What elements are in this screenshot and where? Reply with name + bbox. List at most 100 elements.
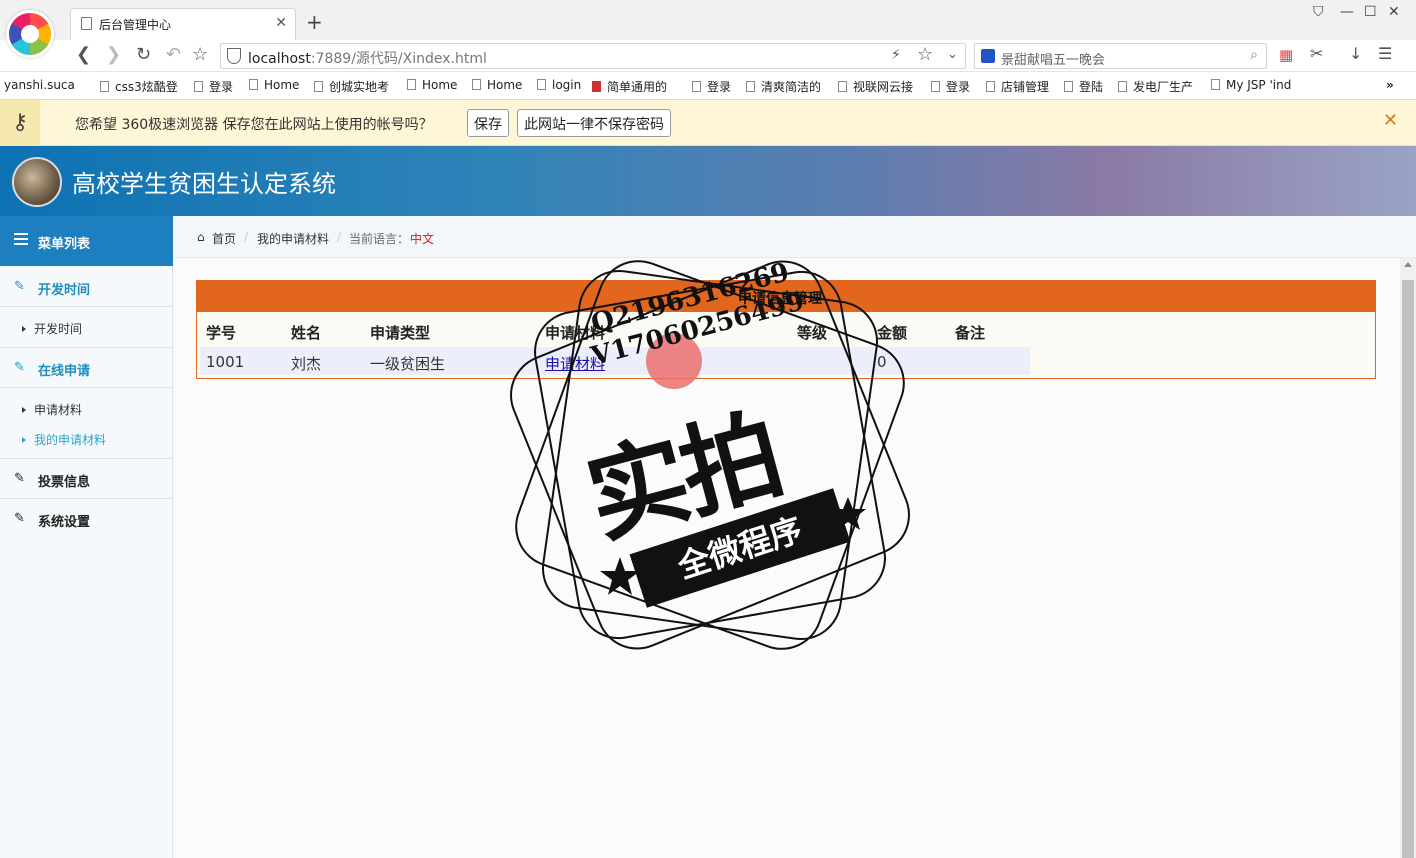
new-tab-icon[interactable]: + <box>306 10 323 34</box>
breadcrumb-current: 我的申请材料 <box>257 232 330 246</box>
password-prompt: 您希望 360极速浏览器 保存您在此网站上使用的帐号吗？ <box>75 117 433 133</box>
close-bar-icon[interactable]: ✕ <box>1383 110 1398 131</box>
avatar <box>12 157 62 207</box>
bookmark-item[interactable]: login <box>537 78 581 92</box>
scrollbar-thumb[interactable] <box>1402 280 1414 858</box>
breadcrumb-home[interactable]: 首页 <box>212 230 236 247</box>
search-icon[interactable]: ⌕ <box>1250 47 1258 63</box>
sidebar-item-my-material[interactable]: 我的申请材料 <box>22 431 106 448</box>
browser-logo-icon[interactable] <box>6 10 54 58</box>
tab-title: 后台管理中心 <box>99 18 172 32</box>
cell-amount: 0 <box>877 353 887 371</box>
edit-icon: ✎ <box>14 279 25 294</box>
page-icon <box>81 17 92 30</box>
sidebar: 菜单列表 ✎ 开发时间 开发时间 ✎ 在线申请 申请材料 我的申请材料 ✎ 投票… <box>0 216 173 858</box>
save-password-button[interactable]: 保存 <box>467 109 509 137</box>
bookmark-item[interactable]: 简单通用的 <box>592 78 667 95</box>
column-header: 等级 <box>797 324 828 342</box>
search-input[interactable]: 景甜献唱五一晚会 <box>1001 49 1105 68</box>
maximize-icon[interactable]: ☐ <box>1364 4 1377 20</box>
bookmark-item[interactable]: yanshi.suca <box>4 78 75 92</box>
key-icon: ⚷ <box>0 100 40 146</box>
bookmark-item[interactable]: 登录 <box>931 78 970 95</box>
close-tab-icon[interactable]: ✕ <box>275 15 287 31</box>
bookmark-item[interactable]: 登录 <box>692 78 731 95</box>
password-save-bar: ⚷ 您希望 360极速浏览器 保存您在此网站上使用的帐号吗？ 保存 此网站一律不… <box>0 100 1416 146</box>
home-icon: ⌂ <box>197 230 205 244</box>
column-header: 姓名 <box>291 324 322 342</box>
sidebar-group-dev-time[interactable]: ✎ 开发时间 <box>0 267 173 307</box>
scissors-icon[interactable]: ✂ <box>1310 44 1323 63</box>
more-bookmarks-icon[interactable]: » <box>1386 78 1394 92</box>
bookmark-item[interactable]: Home <box>407 78 457 92</box>
window-close-icon[interactable]: ✕ <box>1388 4 1400 20</box>
back-icon[interactable]: ❮ <box>76 44 91 65</box>
browser-nav-bar: ❮ ❯ ↻ ↶ ☆ localhost:7889/源代码/Xindex.html… <box>0 40 1416 72</box>
forward-icon[interactable]: ❯ <box>106 44 121 65</box>
skin-icon[interactable]: ⛉ <box>1313 4 1324 20</box>
lightning-icon[interactable]: ⚡ <box>891 47 901 63</box>
bookmark-item[interactable]: Home <box>472 78 522 92</box>
url-host: localhost <box>248 51 311 67</box>
search-box[interactable]: 景甜献唱五一晚会 ⌕ <box>974 43 1267 69</box>
app-header: 高校学生贫困生认定系统 <box>0 146 1416 216</box>
menu-icon[interactable]: ☰ <box>1378 44 1392 63</box>
column-header: 备注 <box>955 324 986 342</box>
cell-type: 一级贫困生 <box>370 355 446 373</box>
bookmark-item[interactable]: 清爽简洁的 <box>746 78 821 95</box>
sidebar-group-settings[interactable]: ✎ 系统设置 <box>0 499 173 539</box>
bookmark-item[interactable]: My JSP 'ind <box>1211 78 1291 92</box>
menu-header: 菜单列表 <box>0 216 173 266</box>
bookmarks-bar: yanshi.suca css3炫酷登 登录 Home 创城实地考 Home H… <box>0 72 1416 100</box>
bookmark-item[interactable]: 登陆 <box>1064 78 1103 95</box>
minimize-icon[interactable]: — <box>1340 4 1354 20</box>
reload-icon[interactable]: ↻ <box>136 44 151 65</box>
browser-tab-bar: 后台管理中心 ✕ + ⛉ — ☐ ✕ <box>0 0 1416 40</box>
sidebar-group-vote[interactable]: ✎ 投票信息 <box>0 459 173 499</box>
sidebar-group-label: 投票信息 <box>38 475 91 490</box>
chevron-down-icon[interactable]: ⌄ <box>947 47 958 62</box>
app-title: 高校学生贫困生认定系统 <box>72 170 336 198</box>
bookmark-item[interactable]: 店铺管理 <box>986 78 1049 95</box>
language-value: 中文 <box>410 232 435 246</box>
edit-icon: ✎ <box>14 360 25 375</box>
undo-icon[interactable]: ↶ <box>166 44 181 65</box>
cell-name: 刘杰 <box>291 355 322 373</box>
sidebar-item-apply-material[interactable]: 申请材料 <box>22 401 82 418</box>
breadcrumb: ⌂ 首页 / 我的申请材料 / 当前语言： 中文 <box>173 216 1416 258</box>
security-shield-icon <box>227 48 241 64</box>
sidebar-item-dev-time[interactable]: 开发时间 <box>22 320 82 337</box>
sidebar-group-label: 系统设置 <box>38 515 91 530</box>
url-path: :7889/源代码/Xindex.html <box>310 51 487 67</box>
search-engine-icon <box>981 49 995 63</box>
apps-grid-icon[interactable]: ▦ <box>1279 46 1293 64</box>
bookmark-item[interactable]: css3炫酷登 <box>100 78 178 95</box>
list-icon <box>14 233 28 245</box>
sidebar-group-label: 开发时间 <box>38 283 91 298</box>
breadcrumb-sep: / <box>244 230 249 244</box>
download-icon[interactable]: ↓ <box>1349 44 1362 63</box>
scrollbar[interactable] <box>1400 258 1416 858</box>
language-label: 当前语言： <box>349 232 410 246</box>
address-bar[interactable]: localhost:7889/源代码/Xindex.html ⚡ ☆ ⌄ <box>220 43 966 69</box>
bookmark-star-icon[interactable]: ☆ <box>192 44 208 65</box>
column-header: 申请类型 <box>370 324 431 342</box>
edit-icon: ✎ <box>14 471 25 486</box>
sidebar-group-label: 在线申请 <box>38 364 91 379</box>
sidebar-group-online-apply[interactable]: ✎ 在线申请 <box>0 348 173 388</box>
never-save-button[interactable]: 此网站一律不保存密码 <box>517 109 671 137</box>
bookmark-item[interactable]: 登录 <box>194 78 233 95</box>
browser-tab[interactable]: 后台管理中心 ✕ <box>70 8 296 40</box>
menu-header-label: 菜单列表 <box>38 237 91 252</box>
favorite-star-icon[interactable]: ☆ <box>917 44 933 65</box>
column-header: 金额 <box>877 324 908 342</box>
scroll-up-icon[interactable] <box>1404 262 1412 267</box>
cell-id: 1001 <box>206 353 245 371</box>
edit-icon: ✎ <box>14 511 25 526</box>
bookmark-item[interactable]: Home <box>249 78 299 92</box>
bookmark-item[interactable]: 发电厂生产 <box>1118 78 1193 95</box>
breadcrumb-sep: / <box>337 230 342 244</box>
column-header: 学号 <box>206 324 237 342</box>
bookmark-item[interactable]: 创城实地考 <box>314 78 389 95</box>
bookmark-item[interactable]: 视联网云接 <box>838 78 913 95</box>
